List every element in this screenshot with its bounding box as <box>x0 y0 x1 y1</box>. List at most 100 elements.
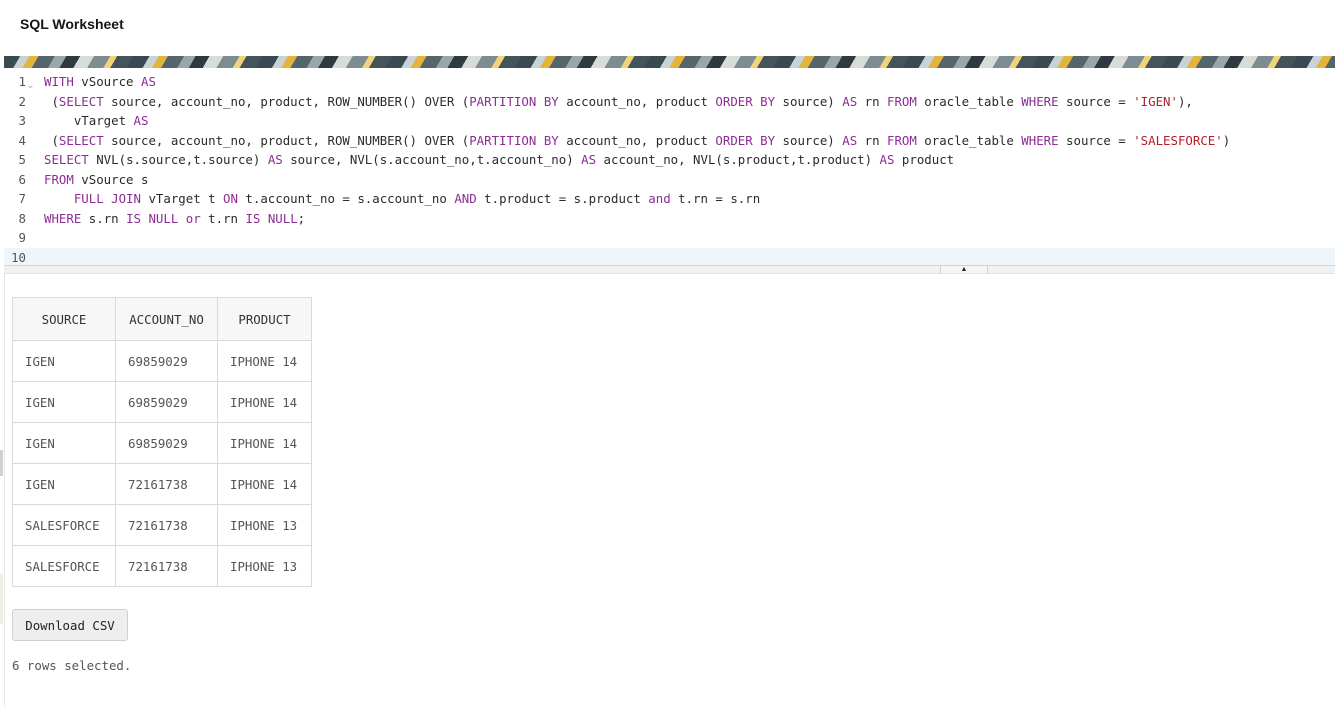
keyword: FROM <box>44 171 74 187</box>
code-text: vTarget AS <box>44 111 149 131</box>
code-token: source) <box>775 132 843 148</box>
decorative-pattern-band <box>4 56 1335 68</box>
keyword: AS <box>842 132 858 148</box>
keyword: PARTITION BY <box>469 93 559 109</box>
code-text: (SELECT source, account_no, product, ROW… <box>44 131 1230 151</box>
left-edge-tab[interactable] <box>0 450 3 476</box>
keyword: or <box>185 210 201 226</box>
code-token: vTarget t <box>140 191 224 206</box>
code-line-9[interactable]: 9 <box>4 228 1335 248</box>
keyword: AS <box>879 152 895 167</box>
code-text: SELECT NVL(s.source,t.source) AS source,… <box>44 150 954 170</box>
string-literal: 'IGEN' <box>1133 93 1178 109</box>
sql-editor[interactable]: 1 ⌵ WITH vSource AS 2 (SELECT source, ac… <box>4 68 1335 267</box>
cell-product: IPHONE 14 <box>217 381 312 423</box>
code-token: t.account_no = s.account_no <box>237 191 455 206</box>
left-edge-tab-lower[interactable] <box>0 574 3 624</box>
keyword: ORDER BY <box>715 132 776 148</box>
keyword: PARTITION BY <box>469 132 559 148</box>
code-token: source, account_no, product, ROW_NUMBER(… <box>103 93 470 109</box>
line-number: 6 <box>18 171 26 187</box>
table-row: IGEN 69859029 IPHONE 14 <box>12 422 312 464</box>
code-token: vSource <box>73 74 141 89</box>
code-line-3[interactable]: 3 vTarget AS <box>4 111 1335 131</box>
keyword: AS <box>842 93 858 109</box>
keyword: WHERE <box>44 210 82 226</box>
cell-source: IGEN <box>12 381 116 423</box>
code-token: t.rn = s.rn <box>670 191 761 206</box>
code-line-6[interactable]: 6 FROM vSource s <box>4 170 1335 190</box>
code-line-1[interactable]: 1 ⌵ WITH vSource AS <box>4 72 1335 92</box>
cell-product: IPHONE 14 <box>217 340 312 382</box>
column-header-product[interactable]: PRODUCT <box>217 297 312 341</box>
cell-source: IGEN <box>12 422 116 464</box>
keyword: SELECT <box>44 152 89 167</box>
cell-account-no: 69859029 <box>115 422 218 464</box>
table-row: SALESFORCE 72161738 IPHONE 13 <box>12 504 312 546</box>
table-header-row: SOURCE ACCOUNT_NO PRODUCT <box>12 297 312 341</box>
code-token: NVL(s.source,t.source) <box>88 152 268 167</box>
code-line-2[interactable]: 2 (SELECT source, account_no, product, R… <box>4 92 1335 112</box>
results-table: SOURCE ACCOUNT_NO PRODUCT IGEN 69859029 … <box>12 297 312 587</box>
caret-up-icon[interactable]: ▲ <box>940 265 988 273</box>
line-number: 9 <box>18 230 26 245</box>
code-line-5[interactable]: 5 SELECT NVL(s.source,t.source) AS sourc… <box>4 150 1335 170</box>
cell-product: IPHONE 14 <box>217 422 312 464</box>
code-token: vTarget <box>44 113 134 128</box>
column-header-source[interactable]: SOURCE <box>12 297 116 341</box>
code-token: oracle_table <box>916 93 1022 109</box>
string-literal: 'SALESFORCE' <box>1133 132 1223 148</box>
table-row: SALESFORCE 72161738 IPHONE 13 <box>12 545 312 587</box>
code-text: (SELECT source, account_no, product, ROW… <box>44 92 1192 112</box>
page-title: SQL Worksheet <box>20 16 124 32</box>
code-token: ( <box>44 93 59 109</box>
editor-results-splitter[interactable]: ▲ <box>4 265 1335 274</box>
code-text: WITH vSource AS <box>44 72 156 92</box>
keyword: SELECT <box>58 132 104 148</box>
code-text: WHERE s.rn IS NULL or t.rn IS NULL; <box>44 209 305 229</box>
cell-source: IGEN <box>12 463 116 505</box>
cell-account-no: 72161738 <box>115 545 218 587</box>
keyword: ORDER BY <box>715 93 776 109</box>
code-token: ( <box>44 132 59 148</box>
column-header-account-no[interactable]: ACCOUNT_NO <box>115 297 218 341</box>
table-row: IGEN 72161738 IPHONE 14 <box>12 463 312 505</box>
code-line-8[interactable]: 8 WHERE s.rn IS NULL or t.rn IS NULL; <box>4 209 1335 229</box>
keyword: SELECT <box>58 93 104 109</box>
cell-account-no: 72161738 <box>115 504 218 546</box>
code-token: t.rn <box>200 210 246 226</box>
line-number: 1 <box>18 74 26 89</box>
line-number: 4 <box>18 132 26 148</box>
keyword: AS <box>133 113 149 128</box>
keyword: AS <box>267 152 283 167</box>
code-text: FULL JOIN vTarget t ON t.account_no = s.… <box>44 189 760 209</box>
cell-account-no: 69859029 <box>115 340 218 382</box>
keyword: WHERE <box>1021 93 1059 109</box>
line-number: 8 <box>18 210 26 226</box>
line-number: 7 <box>18 191 26 206</box>
code-token: rn <box>857 132 887 148</box>
code-token: product <box>894 152 955 167</box>
table-row: IGEN 69859029 IPHONE 14 <box>12 381 312 423</box>
keyword: FROM <box>887 93 917 109</box>
worksheet-header: SQL Worksheet <box>0 0 1335 56</box>
line-number: 3 <box>18 113 26 128</box>
code-text: FROM vSource s <box>44 170 148 190</box>
keyword: FULL JOIN <box>73 191 141 206</box>
table-row: IGEN 69859029 IPHONE 14 <box>12 340 312 382</box>
cell-product: IPHONE 13 <box>217 504 312 546</box>
line-number: 5 <box>18 152 26 167</box>
sql-worksheet-page: SQL Worksheet 1 ⌵ WITH vSource AS 2 (SEL… <box>0 0 1335 707</box>
code-token: vSource s <box>73 171 149 187</box>
keyword: WITH <box>44 74 74 89</box>
cell-source: SALESFORCE <box>12 504 116 546</box>
code-token: source = <box>1058 93 1134 109</box>
cell-product: IPHONE 14 <box>217 463 312 505</box>
rows-selected-status: 6 rows selected. <box>12 658 132 673</box>
keyword: IS NULL <box>245 210 298 226</box>
download-csv-button[interactable]: Download CSV <box>12 609 128 641</box>
cell-source: IGEN <box>12 340 116 382</box>
code-line-7[interactable]: 7 FULL JOIN vTarget t ON t.account_no = … <box>4 189 1335 209</box>
code-line-4[interactable]: 4 (SELECT source, account_no, product, R… <box>4 131 1335 151</box>
code-token: oracle_table <box>916 132 1022 148</box>
